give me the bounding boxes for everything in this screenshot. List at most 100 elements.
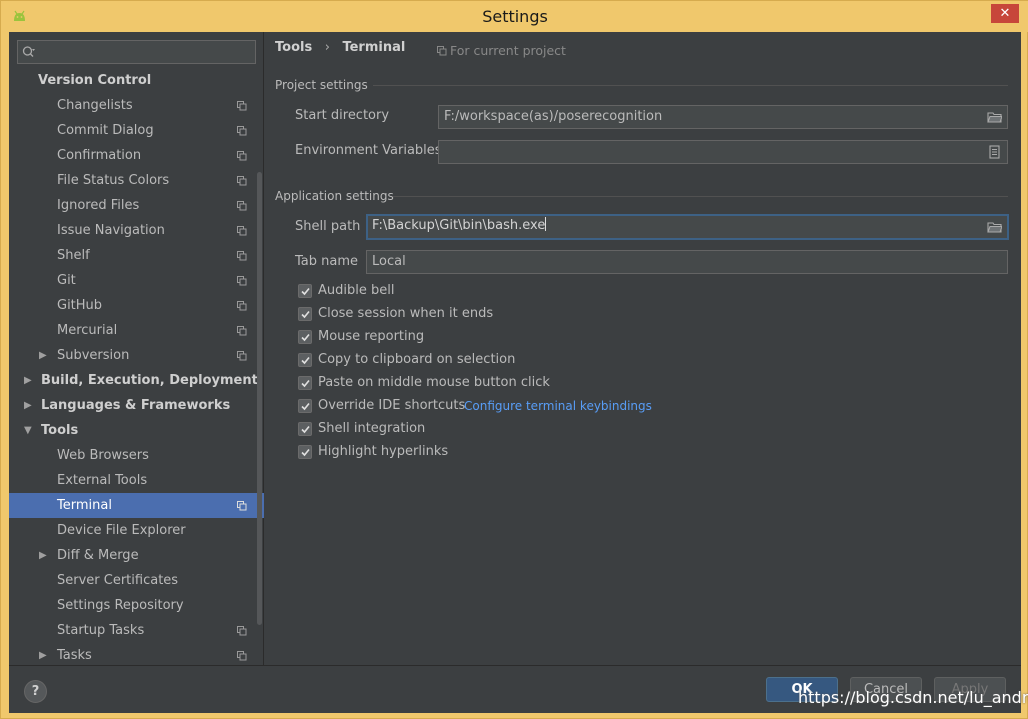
folder-icon[interactable]: [987, 110, 1002, 124]
sidebar-item[interactable]: Startup Tasks: [9, 618, 264, 643]
copy-icon: [237, 226, 247, 236]
sidebar-item[interactable]: ▶ Diff & Merge: [9, 543, 264, 568]
copy-icon: [237, 176, 247, 186]
section-divider: [373, 85, 1008, 86]
search-input[interactable]: [17, 40, 256, 64]
checkbox-label: Mouse reporting: [318, 329, 425, 344]
sidebar-item[interactable]: Confirmation: [9, 143, 264, 168]
title-bar[interactable]: Settings ✕: [1, 1, 1028, 32]
sidebar-item[interactable]: Ignored Files: [9, 193, 264, 218]
chevron-right-icon[interactable]: ▶: [39, 343, 47, 368]
sidebar-item[interactable]: Changelists: [9, 93, 264, 118]
section-divider: [393, 196, 1008, 197]
checkbox[interactable]: [298, 445, 312, 459]
project-settings-heading: Project settings: [275, 78, 368, 92]
sidebar-item-label: Device File Explorer: [57, 523, 186, 538]
env-vars-field[interactable]: [438, 140, 1008, 164]
shell-path-field[interactable]: F:\Backup\Git\bin\bash.exe: [366, 214, 1009, 240]
sidebar-item[interactable]: File Status Colors: [9, 168, 264, 193]
tab-name-field[interactable]: Local: [366, 250, 1008, 274]
breadcrumb-root[interactable]: Tools: [275, 40, 312, 55]
copy-icon: [237, 651, 247, 661]
sidebar-item-label: Shelf: [57, 248, 90, 263]
sidebar-item-label: Commit Dialog: [57, 123, 154, 138]
chevron-down-icon[interactable]: ▼: [24, 418, 32, 443]
copy-icon: [237, 301, 247, 311]
sidebar-item[interactable]: Settings Repository: [9, 593, 264, 618]
configure-keybindings-link[interactable]: Configure terminal keybindings: [464, 399, 652, 413]
sidebar-item[interactable]: External Tools: [9, 468, 264, 493]
copy-icon: [237, 351, 247, 361]
folder-icon[interactable]: [987, 220, 1002, 234]
copy-icon: [237, 151, 247, 161]
tab-name-value: Local: [372, 254, 406, 269]
checkbox[interactable]: [298, 353, 312, 367]
chevron-right-icon[interactable]: ▶: [24, 393, 32, 418]
checkmark-icon: [301, 356, 310, 365]
sidebar-item-label: File Status Colors: [57, 173, 170, 188]
copy-icon: [237, 201, 247, 211]
copy-icon: [437, 46, 447, 56]
sidebar-item[interactable]: ▶ Build, Execution, Deployment: [9, 368, 264, 393]
checkbox[interactable]: [298, 399, 312, 413]
scope-indicator: For current project: [437, 43, 566, 58]
sidebar-item[interactable]: GitHub: [9, 293, 264, 318]
sidebar-item[interactable]: Version Control: [9, 68, 264, 93]
env-vars-label: Environment Variables: [295, 143, 442, 158]
sidebar-item-label: Languages & Frameworks: [41, 398, 231, 413]
sidebar-item[interactable]: Terminal: [9, 493, 264, 518]
sidebar-item[interactable]: Issue Navigation: [9, 218, 264, 243]
checkmark-icon: [301, 287, 310, 296]
sidebar-item[interactable]: ▶ Languages & Frameworks: [9, 393, 264, 418]
sidebar-item-label: Mercurial: [57, 323, 118, 338]
sidebar-item-label: Ignored Files: [57, 198, 140, 213]
application-settings-heading: Application settings: [275, 189, 394, 203]
close-button[interactable]: ✕: [991, 4, 1019, 23]
checkbox[interactable]: [298, 307, 312, 321]
sidebar-scrollbar[interactable]: [257, 172, 262, 625]
shell-path-label: Shell path: [295, 219, 361, 234]
watermark: https://blog.csdn.net/lu_android: [798, 688, 1028, 707]
checkbox-label: Close session when it ends: [318, 306, 494, 321]
sidebar-item-label: Git: [57, 273, 76, 288]
sidebar-item[interactable]: ▼ Tools: [9, 418, 264, 443]
sidebar-item[interactable]: Server Certificates: [9, 568, 264, 593]
sidebar-item[interactable]: Device File Explorer: [9, 518, 264, 543]
checkbox[interactable]: [298, 330, 312, 344]
help-button[interactable]: ?: [24, 680, 47, 703]
start-directory-field[interactable]: F:/workspace(as)/poserecognition: [438, 105, 1008, 129]
copy-icon: [237, 276, 247, 286]
sidebar-item[interactable]: ▶ Subversion: [9, 343, 264, 368]
sidebar-item-label: Diff & Merge: [57, 548, 139, 563]
start-directory-label: Start directory: [295, 108, 390, 123]
sidebar-item-label: Startup Tasks: [57, 623, 145, 638]
sidebar-item-label: Issue Navigation: [57, 223, 165, 238]
sidebar-item-label: Settings Repository: [57, 598, 184, 613]
sidebar-item[interactable]: Git: [9, 268, 264, 293]
sidebar-item[interactable]: Shelf: [9, 243, 264, 268]
checkmark-icon: [301, 448, 310, 457]
document-icon[interactable]: [987, 145, 1002, 159]
copy-icon: [237, 251, 247, 261]
window-title: Settings: [482, 7, 548, 26]
chevron-right-icon[interactable]: ▶: [39, 543, 47, 568]
sidebar-item[interactable]: Mercurial: [9, 318, 264, 343]
checkbox-label: Paste on middle mouse button click: [318, 375, 550, 390]
settings-window: Settings ✕ Version Control Changelists Com…: [0, 0, 1028, 719]
tab-name-label: Tab name: [295, 254, 359, 269]
checkbox[interactable]: [298, 376, 312, 390]
sidebar-item[interactable]: Web Browsers: [9, 443, 264, 468]
checkbox[interactable]: [298, 284, 312, 298]
sidebar-item[interactable]: Commit Dialog: [9, 118, 264, 143]
copy-icon: [237, 326, 247, 336]
sidebar-item-label: Web Browsers: [57, 448, 149, 463]
copy-icon: [237, 626, 247, 636]
sidebar-item-label: Subversion: [57, 348, 130, 363]
chevron-right-icon[interactable]: ▶: [24, 368, 32, 393]
checkbox[interactable]: [298, 422, 312, 436]
sidebar-item-label: GitHub: [57, 298, 103, 313]
checkmark-icon: [301, 379, 310, 388]
shell-path-value: F:\Backup\Git\bin\bash.exe: [372, 218, 546, 233]
sidebar-item-label: Server Certificates: [57, 573, 179, 588]
breadcrumb: Tools › Terminal: [275, 40, 413, 55]
